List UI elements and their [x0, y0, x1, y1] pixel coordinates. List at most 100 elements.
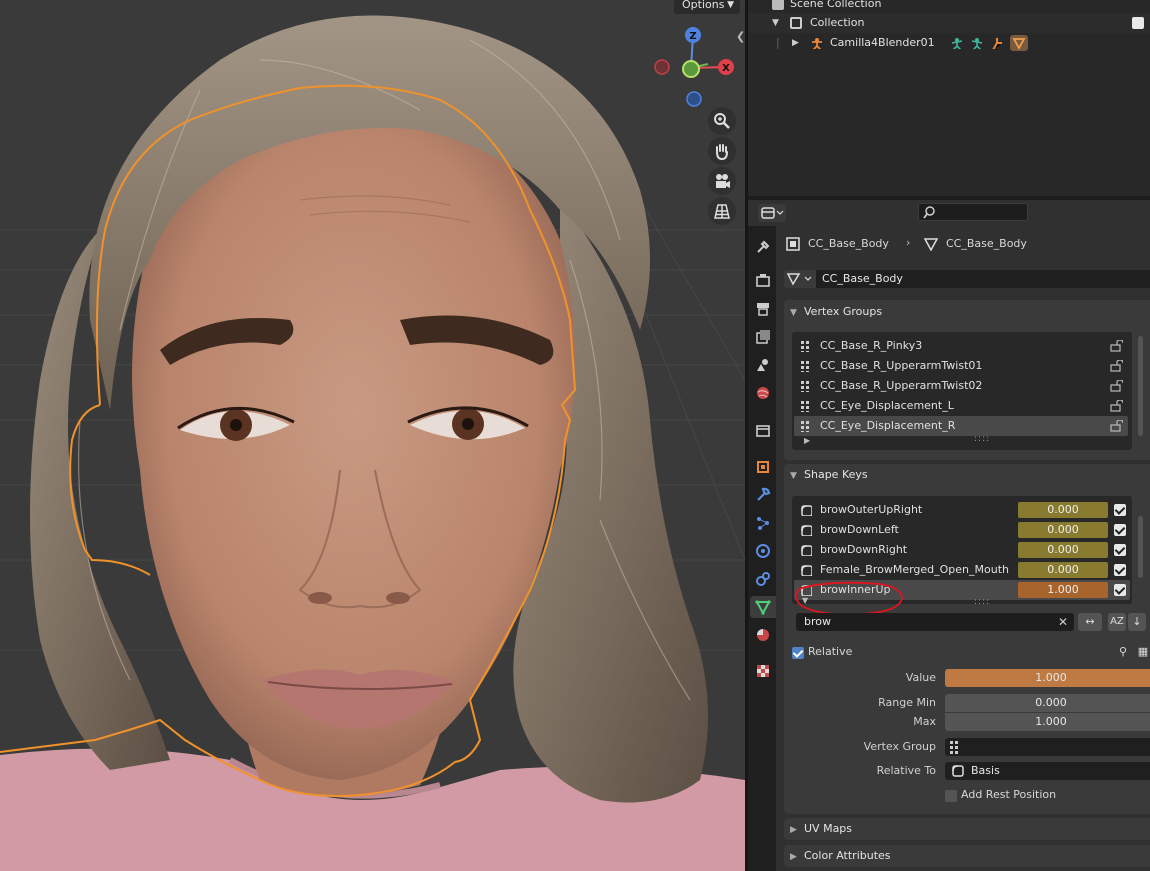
armature-data-icon[interactable]	[990, 37, 1002, 49]
menu-button[interactable]: ▦	[1134, 643, 1150, 661]
shape-key-mute-checkbox[interactable]	[1114, 504, 1126, 516]
options-label: Options	[682, 0, 725, 11]
mesh-data-tab-icon[interactable]	[750, 596, 776, 618]
close-icon[interactable]: ✕	[1058, 613, 1068, 631]
mesh-name-field[interactable]: CC_Base_Body	[816, 270, 1150, 288]
sort-alpha-label: AZ	[1110, 616, 1124, 627]
shape-key-filter-input[interactable]: brow ✕	[796, 613, 1074, 631]
expand-triangle-icon[interactable]: ▶	[792, 33, 799, 53]
unlock-icon[interactable]	[1110, 400, 1123, 412]
resize-grip-icon[interactable]: ::::	[974, 434, 990, 444]
expand-triangle-icon[interactable]: ▶	[804, 436, 810, 445]
resize-grip-icon[interactable]: ::::	[974, 597, 990, 607]
collection-visibility-checkbox[interactable]	[1132, 17, 1144, 29]
color-attributes-header[interactable]: ▶ Color Attributes	[784, 845, 1150, 867]
pose-icon[interactable]	[970, 37, 982, 49]
shape-key-row[interactable]: browDownRight 0.000	[794, 540, 1130, 560]
3d-viewport[interactable]: Options ▼ ❮ Z X	[0, 0, 745, 871]
camera-icon[interactable]	[708, 167, 736, 195]
properties-search-input[interactable]	[918, 203, 1028, 221]
unlock-icon[interactable]	[1110, 340, 1123, 352]
pin-icon: ⚲	[1118, 645, 1128, 658]
tool-tab-icon[interactable]	[752, 236, 774, 258]
unlock-icon[interactable]	[1110, 360, 1123, 372]
max-field[interactable]: 1.000	[945, 713, 1150, 731]
vertex-groups-list[interactable]: CC_Base_R_Pinky3 CC_Base_R_UpperarmTwist0…	[792, 332, 1132, 450]
shape-key-value-slider[interactable]: 0.000	[1018, 562, 1108, 578]
shape-key-mute-checkbox[interactable]	[1114, 524, 1126, 536]
expand-triangle-icon[interactable]: ▼	[772, 13, 779, 33]
vertex-group-row[interactable]: CC_Base_R_Pinky3	[794, 336, 1128, 356]
render-scene	[0, 0, 745, 871]
vertex-group-row[interactable]: CC_Base_R_UpperarmTwist02	[794, 376, 1128, 396]
value-number: 1.000	[1035, 671, 1067, 684]
options-dropdown[interactable]: Options ▼	[674, 0, 740, 14]
pose-icon[interactable]	[950, 37, 962, 49]
sort-reverse-button[interactable]: ↓	[1128, 613, 1146, 631]
vertex-groups-scrollbar[interactable]	[1138, 336, 1143, 436]
shape-key-value-slider[interactable]: 0.000	[1018, 502, 1108, 518]
invert-filter-button[interactable]: ↔	[1078, 613, 1102, 631]
unlock-icon[interactable]	[1110, 380, 1123, 392]
physics-tab-icon[interactable]	[752, 540, 774, 562]
hand-icon[interactable]	[708, 137, 736, 165]
shape-key-value-slider[interactable]: 1.000	[1018, 582, 1108, 598]
relative-label: Relative	[808, 645, 853, 658]
navigation-gizmo[interactable]: Z X	[650, 26, 742, 112]
chevron-right-icon: ›	[906, 236, 911, 249]
vertex-group-name: CC_Base_R_UpperarmTwist01	[820, 359, 983, 372]
shape-key-mute-checkbox[interactable]	[1114, 584, 1126, 596]
vertex-group-row[interactable]: CC_Base_R_UpperarmTwist01	[794, 356, 1128, 376]
editor-type-dropdown[interactable]	[758, 204, 786, 222]
value-label: Value	[905, 671, 936, 684]
material-tab-icon[interactable]	[752, 624, 774, 646]
texture-tab-icon[interactable]	[752, 660, 774, 682]
outliner[interactable]: Scene Collection ▼ Collection | ▶ Camill…	[748, 0, 1150, 196]
shape-key-row[interactable]: browOuterUpRight 0.000	[794, 500, 1130, 520]
value-slider[interactable]: 1.000	[945, 669, 1150, 687]
output-tab-icon[interactable]	[752, 298, 774, 320]
range-min-field[interactable]: 0.000	[945, 694, 1150, 712]
grid-icon[interactable]	[708, 197, 736, 225]
mesh-icon[interactable]	[1010, 35, 1028, 51]
mesh-browse-button[interactable]	[784, 270, 816, 288]
unlock-icon[interactable]	[1110, 420, 1123, 432]
particles-tab-icon[interactable]	[752, 512, 774, 534]
constraints-tab-icon[interactable]	[752, 568, 774, 590]
properties-editor[interactable]: CC_Base_Body › CC_Base_Body CC_Base_Body…	[776, 226, 1150, 871]
vertex-group-field[interactable]	[945, 738, 1150, 756]
scene-collection-row[interactable]: Scene Collection	[748, 0, 1150, 14]
shape-key-value-slider[interactable]: 0.000	[1018, 522, 1108, 538]
shape-keys-header[interactable]: ▼ Shape Keys	[784, 464, 1150, 486]
vertex-group-name: CC_Eye_Displacement_R	[820, 419, 956, 432]
pin-button[interactable]: ⚲	[1114, 643, 1132, 661]
shape-key-mute-checkbox[interactable]	[1114, 564, 1126, 576]
relative-to-label: Relative To	[876, 764, 936, 777]
scene-tab-icon[interactable]	[752, 354, 774, 376]
shape-key-name: browDownRight	[820, 543, 908, 556]
vertex-group-row[interactable]: CC_Eye_Displacement_R	[794, 416, 1128, 436]
modifier-tab-icon[interactable]	[752, 484, 774, 506]
chevron-right-icon: ▶	[790, 825, 797, 835]
vertex-group-row[interactable]: CC_Eye_Displacement_L	[794, 396, 1128, 416]
shape-key-value-slider[interactable]: 0.000	[1018, 542, 1108, 558]
shape-key-mute-checkbox[interactable]	[1114, 544, 1126, 556]
object-tab-icon[interactable]	[752, 456, 774, 478]
shape-key-name: browDownLeft	[820, 523, 899, 536]
shape-keys-scrollbar[interactable]	[1138, 516, 1143, 578]
vertex-groups-header[interactable]: ▼ Vertex Groups	[784, 301, 1150, 323]
relative-to-value: Basis	[971, 764, 1000, 777]
relative-checkbox[interactable]	[792, 647, 804, 659]
collection-row[interactable]: ▼ Collection	[748, 13, 1150, 33]
shape-key-row[interactable]: browDownLeft 0.000	[794, 520, 1130, 540]
render-tab-icon[interactable]	[752, 270, 774, 292]
zoom-icon[interactable]	[708, 107, 736, 135]
collection-tab-icon[interactable]	[752, 420, 774, 442]
sort-alpha-button[interactable]: AZ	[1108, 613, 1126, 631]
add-rest-position-checkbox[interactable]	[945, 790, 957, 802]
world-tab-icon[interactable]	[752, 382, 774, 404]
uv-maps-header[interactable]: ▶ UV Maps	[784, 818, 1150, 840]
relative-to-field[interactable]: Basis	[945, 762, 1150, 780]
object-row[interactable]: | ▶ Camilla4Blender01	[748, 33, 1150, 53]
view-layer-tab-icon[interactable]	[752, 326, 774, 348]
